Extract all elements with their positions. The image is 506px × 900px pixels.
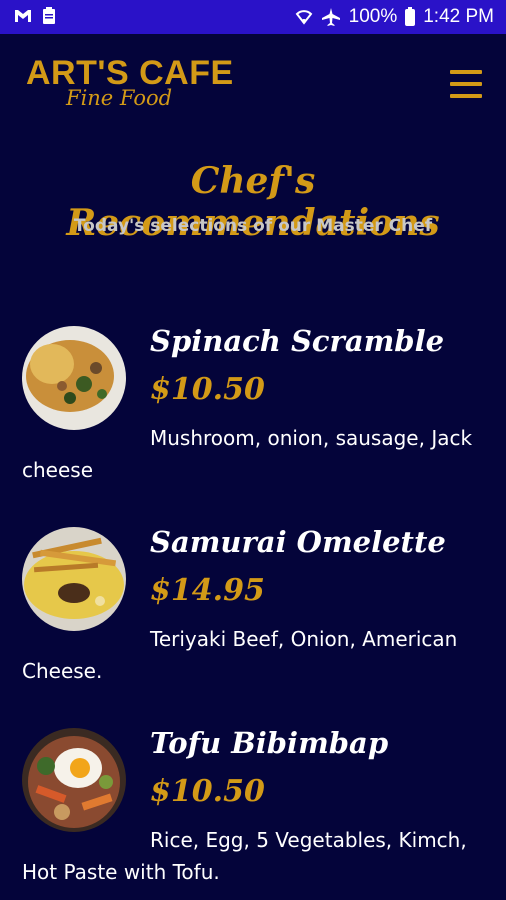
item-name: Samurai Omelette (150, 525, 446, 559)
dish-photo-spinach-scramble (22, 326, 126, 430)
dish-photo-tofu-bibimbap (22, 728, 126, 832)
battery-icon (405, 6, 416, 26)
dish-photo-samurai-omelette (22, 527, 126, 631)
item-price: $10.50 (150, 372, 265, 407)
airplane-icon (321, 8, 340, 26)
app-header: ART'S CAFE Fine Food (0, 34, 506, 134)
battery-percent: 100% (348, 6, 398, 27)
logo[interactable]: ART'S CAFE Fine Food (26, 54, 234, 110)
hamburger-menu-icon[interactable] (450, 70, 482, 98)
item-price: $10.50 (150, 774, 265, 809)
clock: 1:42 PM (423, 6, 494, 27)
item-description: Mushroom, onion, sausage, Jack cheese (22, 426, 473, 482)
item-name: Tofu Bibimbap (150, 726, 389, 760)
page-subtitle: Today's selections of our Master Chef (73, 216, 433, 236)
item-price: $14.95 (150, 573, 265, 608)
item-description: Rice, Egg, 5 Vegetables, Kimch, Hot Past… (22, 828, 467, 884)
logo-title: ART'S CAFE (26, 54, 234, 92)
clipboard-icon (43, 7, 55, 24)
status-bar: 100% 1:42 PM (0, 0, 506, 34)
item-description: Teriyaki Beef, Onion, American Cheese. (22, 627, 458, 683)
logo-subtitle: Fine Food (66, 86, 173, 110)
item-name: Spinach Scramble (150, 324, 445, 358)
wifi-icon (295, 10, 312, 25)
mail-icon (15, 10, 31, 22)
